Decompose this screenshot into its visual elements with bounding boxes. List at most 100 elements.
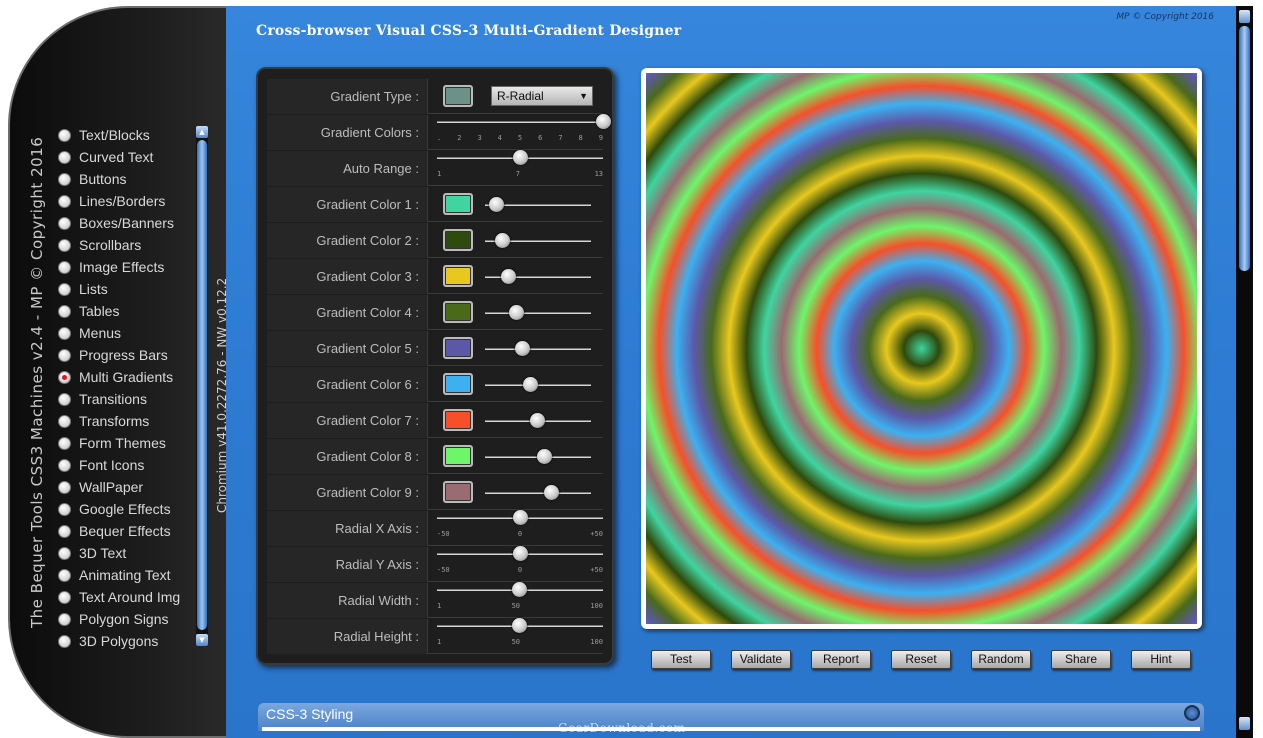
radio-icon[interactable] <box>58 546 71 560</box>
sidebar-item[interactable]: Boxes/Banners <box>58 212 180 234</box>
sidebar-item[interactable]: Font Icons <box>58 454 180 476</box>
gradient-type-swatch[interactable] <box>443 85 473 107</box>
radio-icon[interactable] <box>58 216 71 230</box>
color-swatch[interactable] <box>443 229 473 251</box>
sidebar-item[interactable]: Multi Gradients <box>58 366 180 388</box>
color-stop-slider-track[interactable] <box>485 312 591 314</box>
color-swatch[interactable] <box>443 481 473 503</box>
color-stop-slider-knob[interactable] <box>537 449 553 464</box>
radio-icon[interactable] <box>58 348 71 362</box>
radio-icon[interactable] <box>58 150 71 164</box>
color-stop-slider-knob[interactable] <box>522 377 538 392</box>
sidebar-item[interactable]: Lists <box>58 278 180 300</box>
radio-icon[interactable] <box>58 370 71 384</box>
validate-button[interactable]: Validate <box>731 650 791 669</box>
sidebar-scroll-thumb[interactable] <box>197 140 207 630</box>
sidebar-item[interactable]: Tables <box>58 300 180 322</box>
reset-button[interactable]: Reset <box>891 650 951 669</box>
radio-icon[interactable] <box>58 326 71 340</box>
sidebar-item[interactable]: Text/Blocks <box>58 124 180 146</box>
color-swatch[interactable] <box>443 193 473 215</box>
tick-label: 13 <box>594 170 603 178</box>
radio-icon[interactable] <box>58 172 71 186</box>
radio-icon[interactable] <box>58 436 71 450</box>
share-button[interactable]: Share <box>1051 650 1111 669</box>
sidebar-item[interactable]: Form Themes <box>58 432 180 454</box>
radio-icon[interactable] <box>58 238 71 252</box>
sidebar-item[interactable]: Menus <box>58 322 180 344</box>
sidebar-item[interactable]: 3D Polygons <box>58 630 180 652</box>
gradient-colors-slider-knob[interactable] <box>596 114 611 129</box>
radio-icon[interactable] <box>58 634 71 648</box>
sidebar-item[interactable]: Transitions <box>58 388 180 410</box>
radio-icon[interactable] <box>58 480 71 494</box>
test-button[interactable]: Test <box>651 650 711 669</box>
radial-y-slider-knob[interactable] <box>513 546 528 561</box>
scroll-down-icon[interactable]: ▼ <box>196 634 208 646</box>
color-stop-slider-knob[interactable] <box>494 233 510 248</box>
radio-icon[interactable] <box>58 260 71 274</box>
radio-icon[interactable] <box>58 458 71 472</box>
color-swatch[interactable] <box>443 409 473 431</box>
sidebar-scrollbar[interactable]: ▲ ▼ <box>196 126 208 646</box>
radial-height-slider-knob[interactable] <box>512 618 528 633</box>
css-styling-header[interactable]: CSS-3 Styling <box>258 703 1204 731</box>
sidebar-item[interactable]: Google Effects <box>58 498 180 520</box>
color-stop-slider-knob[interactable] <box>515 341 531 356</box>
sidebar-item[interactable]: Image Effects <box>58 256 180 278</box>
css-styling-title: CSS-3 Styling <box>266 706 354 722</box>
color-swatch[interactable] <box>443 373 473 395</box>
sidebar-item[interactable]: Progress Bars <box>58 344 180 366</box>
tick-label: +50 <box>590 530 603 538</box>
color-stop-slider-track[interactable] <box>485 384 591 386</box>
sidebar-item[interactable]: Text Around Img <box>58 586 180 608</box>
radio-icon[interactable] <box>58 612 71 626</box>
radial-width-slider-knob[interactable] <box>512 582 528 597</box>
radio-icon[interactable] <box>58 304 71 318</box>
sidebar-item[interactable]: Bequer Effects <box>58 520 180 542</box>
radio-icon[interactable] <box>58 282 71 296</box>
gradient-type-select[interactable]: R-Radial ▼ <box>491 86 593 106</box>
sidebar-item[interactable]: Polygon Signs <box>58 608 180 630</box>
color-swatch[interactable] <box>443 337 473 359</box>
report-button[interactable]: Report <box>811 650 871 669</box>
auto-range-slider-knob[interactable] <box>513 150 528 165</box>
sidebar-item[interactable]: 3D Text <box>58 542 180 564</box>
sidebar-item[interactable]: Transforms <box>58 410 180 432</box>
radio-icon[interactable] <box>58 128 71 142</box>
expand-circle-icon[interactable] <box>1184 705 1200 721</box>
hint-button[interactable]: Hint <box>1131 650 1191 669</box>
control-label: Gradient Color 3 : <box>267 259 428 294</box>
color-swatch[interactable] <box>443 265 473 287</box>
color-stop-slider-knob[interactable] <box>529 413 545 428</box>
radio-icon[interactable] <box>58 590 71 604</box>
color-stop-slider-knob[interactable] <box>508 305 524 320</box>
color-stop-slider-track[interactable] <box>485 348 591 350</box>
color-swatch[interactable] <box>443 301 473 323</box>
radio-icon[interactable] <box>58 524 71 538</box>
radio-icon[interactable] <box>58 392 71 406</box>
radial-x-slider-knob[interactable] <box>513 510 528 525</box>
color-stop-slider-knob[interactable] <box>543 485 559 500</box>
color-stop-slider-track[interactable] <box>485 492 591 494</box>
radio-icon[interactable] <box>58 194 71 208</box>
color-stop-slider-knob[interactable] <box>488 197 504 212</box>
window-scroll-thumb[interactable] <box>1239 26 1250 271</box>
scroll-up-icon[interactable]: ▲ <box>196 126 208 138</box>
sidebar-item[interactable]: Scrollbars <box>58 234 180 256</box>
sidebar-item[interactable]: Animating Text <box>58 564 180 586</box>
radio-icon[interactable] <box>58 502 71 516</box>
window-scrollbar[interactable] <box>1236 6 1263 738</box>
color-stop-slider-knob[interactable] <box>501 269 517 284</box>
sidebar-item[interactable]: Buttons <box>58 168 180 190</box>
color-swatch[interactable] <box>443 445 473 467</box>
sidebar-item[interactable]: WallPaper <box>58 476 180 498</box>
gradient-colors-slider-track[interactable] <box>437 121 603 123</box>
sidebar-item[interactable]: Curved Text <box>58 146 180 168</box>
sidebar-item[interactable]: Lines/Borders <box>58 190 180 212</box>
window-scroll-down-icon[interactable] <box>1239 717 1250 730</box>
radio-icon[interactable] <box>58 414 71 428</box>
window-scroll-up-icon[interactable] <box>1239 10 1250 23</box>
radio-icon[interactable] <box>58 568 71 582</box>
random-button[interactable]: Random <box>971 650 1031 669</box>
